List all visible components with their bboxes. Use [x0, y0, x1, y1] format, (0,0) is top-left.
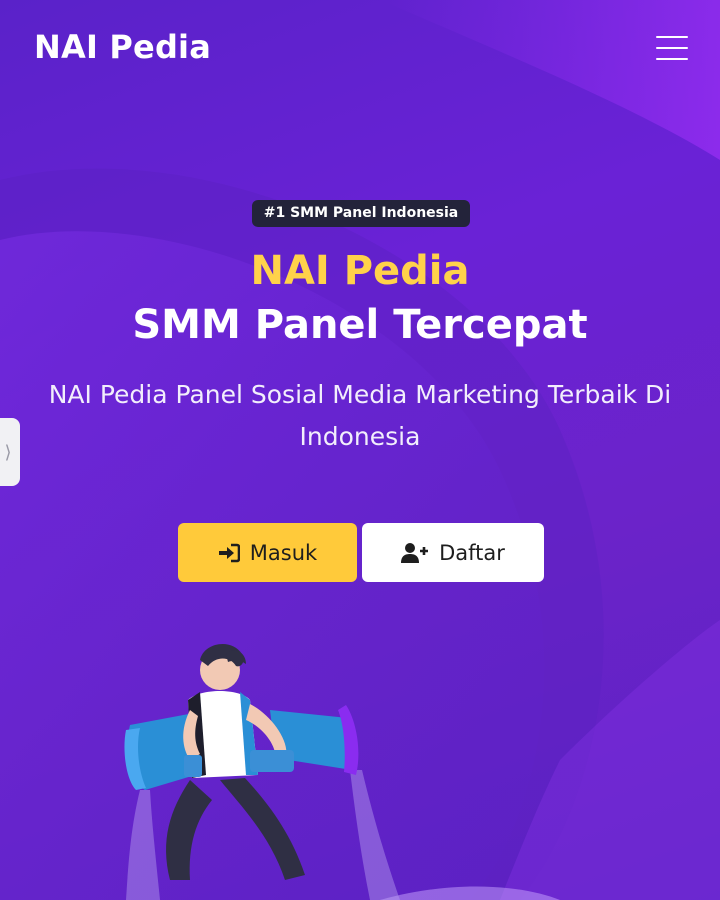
hamburger-menu-icon[interactable]: [656, 34, 692, 64]
register-button-label: Daftar: [439, 540, 505, 565]
navbar: NAI Pedia: [0, 0, 720, 100]
sign-in-icon: [218, 543, 240, 563]
side-drawer-tab[interactable]: ⟩: [0, 418, 20, 486]
user-plus-icon: [401, 542, 429, 564]
hero-title-tagline: SMM Panel Tercepat: [132, 302, 588, 348]
hero-subtitle: NAI Pedia Panel Sosial Media Marketing T…: [48, 380, 672, 451]
jetpack-person-illustration: [124, 643, 400, 900]
hero-badge: #1 SMM Panel Indonesia: [252, 200, 470, 227]
login-button[interactable]: Masuk: [178, 523, 357, 582]
chevron-right-icon: ⟩: [4, 441, 12, 463]
brand-logo[interactable]: NAI Pedia: [34, 28, 211, 66]
hero-title-brand: NAI Pedia: [250, 248, 470, 294]
register-button[interactable]: Daftar: [362, 523, 544, 582]
login-button-label: Masuk: [249, 540, 318, 565]
